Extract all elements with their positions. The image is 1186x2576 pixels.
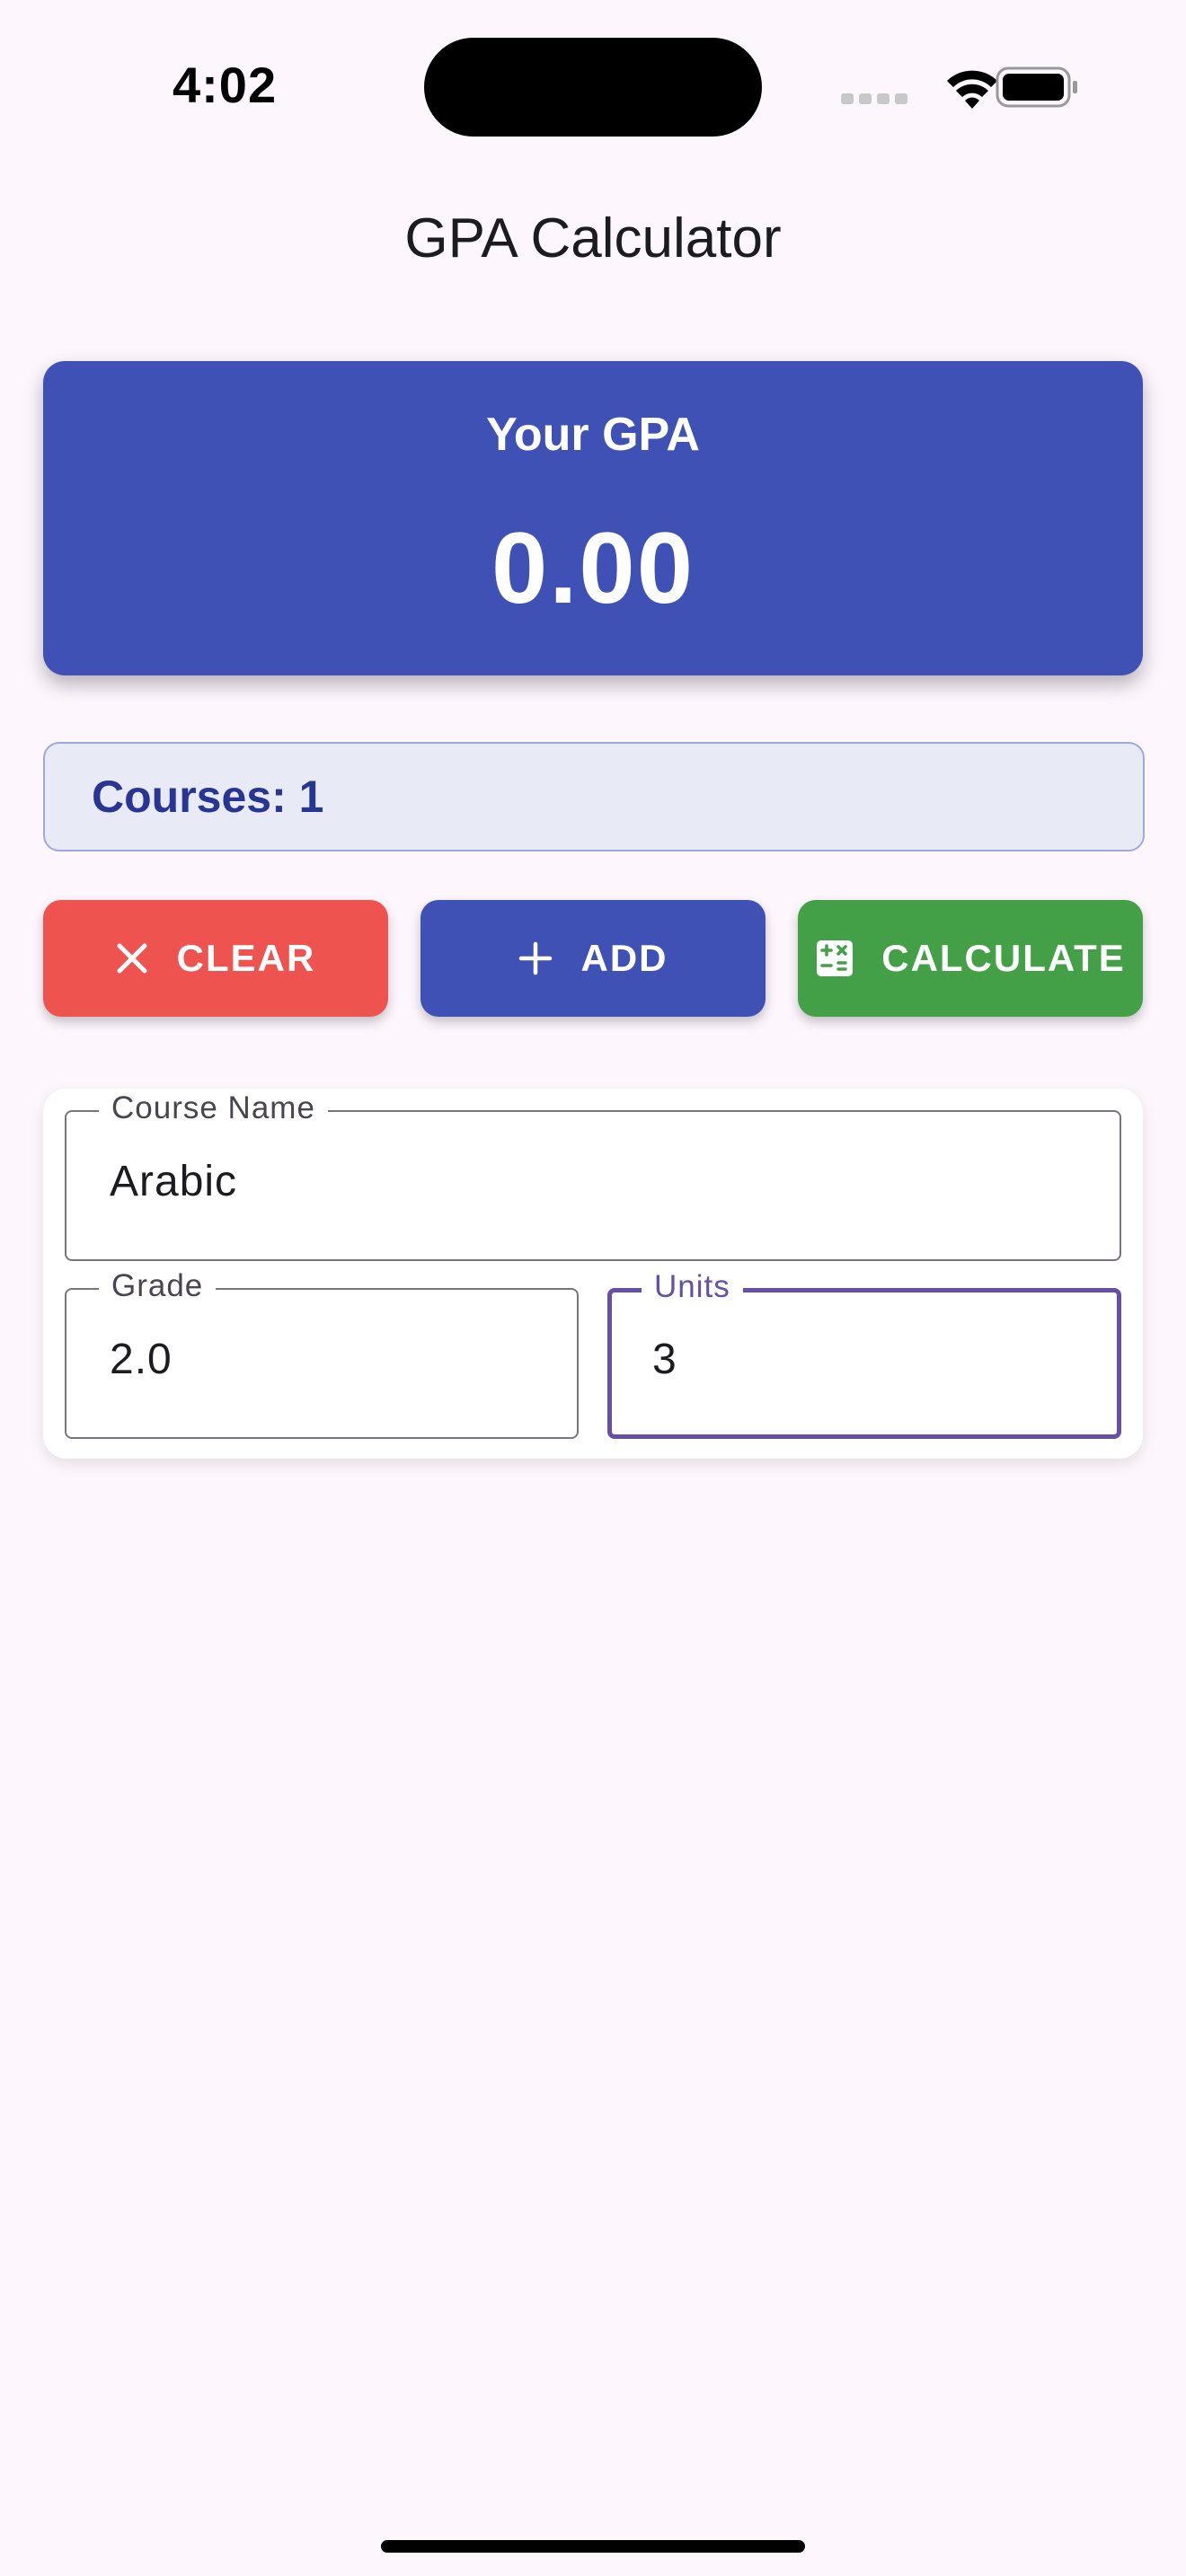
calculator-icon [815,939,854,978]
gpa-card: Your GPA 0.00 [43,361,1143,675]
calculate-button-label: CALCULATE [881,937,1126,979]
battery-icon [996,66,1077,108]
add-button-label: ADD [580,937,668,979]
grade-label: Grade [99,1268,217,1304]
cellular-signal-icon [841,93,907,104]
close-icon [116,942,148,975]
grade-value[interactable]: 2.0 [110,1335,173,1384]
courses-count-box: Courses: 1 [43,742,1145,851]
units-value[interactable]: 3 [652,1335,677,1384]
grade-field[interactable]: Grade 2.0 [65,1268,579,1439]
plus-icon [518,941,553,975]
status-time: 4:02 [173,57,278,113]
units-label: Units [642,1269,743,1305]
courses-count-text: Courses: 1 [92,772,324,822]
course-name-value[interactable]: Arabic [110,1157,237,1206]
dynamic-island [424,38,762,137]
status-icons [836,63,1078,113]
gpa-label: Your GPA [486,409,700,461]
units-field[interactable]: Units 3 [607,1269,1121,1439]
clear-button-label: CLEAR [176,937,316,979]
course-card: Course Name Arabic Grade 2.0 Units 3 [43,1089,1143,1459]
clear-button[interactable]: CLEAR [43,900,388,1017]
course-name-field[interactable]: Course Name Arabic [65,1090,1121,1261]
gpa-value: 0.00 [491,512,695,624]
wifi-icon [947,70,997,109]
course-name-label: Course Name [99,1090,328,1126]
page-title: GPA Calculator [404,207,782,269]
add-button[interactable]: ADD [420,900,766,1017]
home-indicator[interactable] [381,2540,805,2553]
calculate-button[interactable]: CALCULATE [798,900,1143,1017]
